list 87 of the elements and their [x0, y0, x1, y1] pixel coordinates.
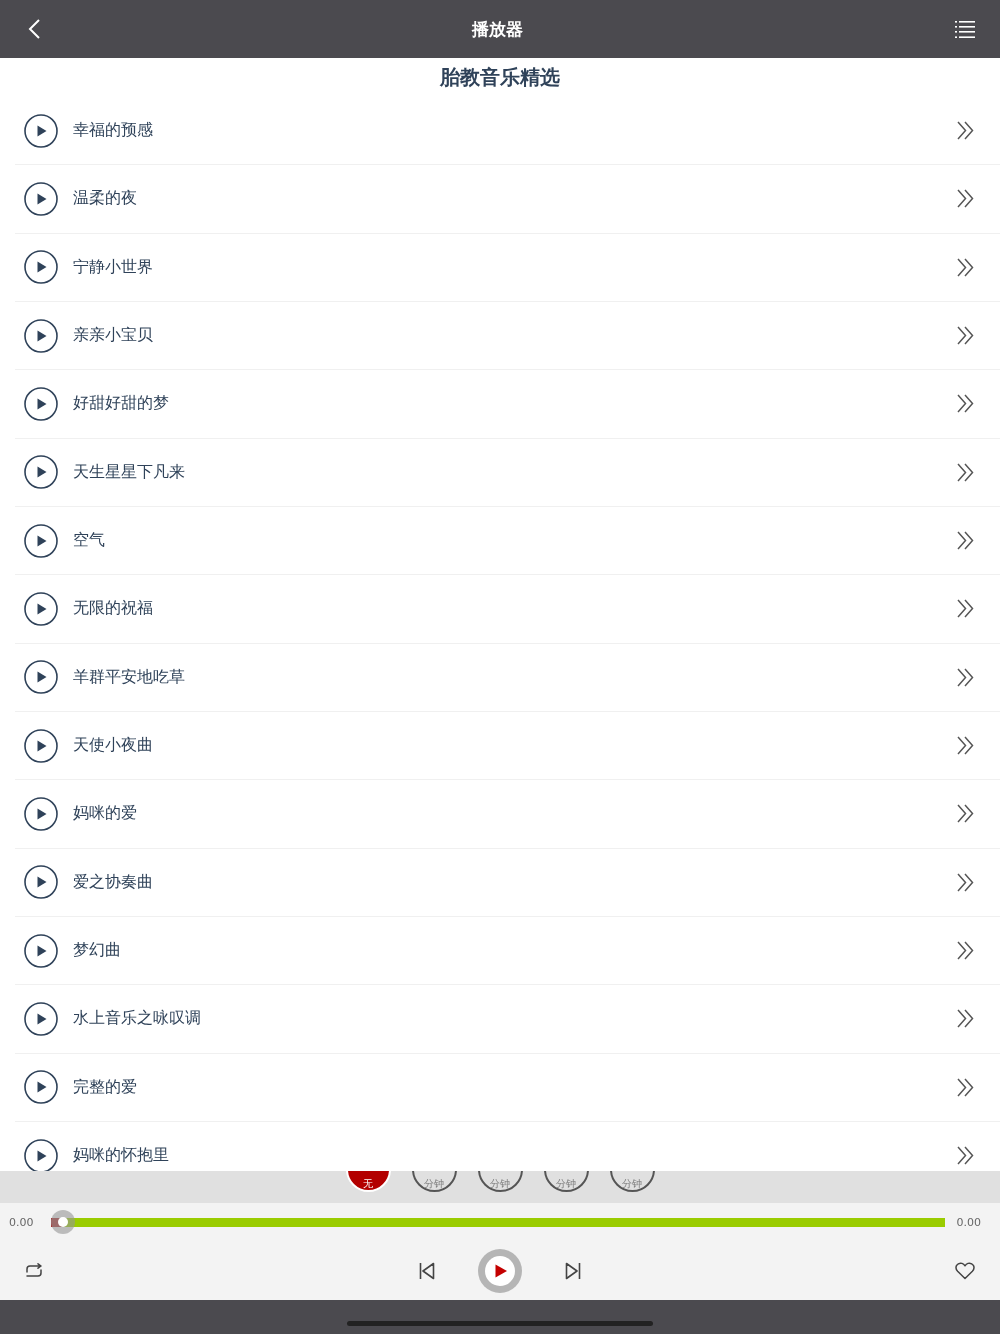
track-row[interactable]: 宁静小世界 [15, 233, 1000, 302]
timer-option[interactable]: 分钟 [477, 1171, 523, 1192]
total-time: 0.00 [956, 1215, 981, 1229]
double-chevron-icon [957, 394, 974, 414]
timer-option[interactable]: 无 [345, 1171, 391, 1192]
play-icon [24, 523, 58, 558]
track-row[interactable]: 梦幻曲 [15, 916, 1000, 986]
play-icon [24, 796, 58, 831]
track-title: 好甜好甜的梦 [73, 393, 169, 415]
play-icon [24, 386, 58, 421]
track-title: 天生星星下凡来 [73, 461, 185, 483]
double-chevron-icon [957, 121, 974, 141]
elapsed-time: 0.00 [9, 1215, 35, 1229]
track-title: 天使小夜曲 [73, 735, 153, 757]
track-title: 亲亲小宝贝 [73, 325, 153, 347]
playlist-title: 胎教音乐精选 [440, 64, 560, 91]
track-row[interactable]: 羊群平安地吃草 [15, 643, 1000, 712]
track-title: 宁静小世界 [73, 256, 153, 278]
menu-button[interactable] [955, 20, 975, 38]
play-icon [24, 113, 58, 148]
play-icon [24, 455, 58, 490]
double-chevron-icon [957, 189, 974, 209]
double-chevron-icon [957, 1009, 974, 1029]
track-row[interactable]: 爱之协奏曲 [15, 848, 1000, 917]
play-icon [24, 865, 58, 900]
repeat-icon [24, 1262, 44, 1279]
back-button[interactable] [28, 19, 40, 39]
track-title: 温柔的夜 [73, 188, 137, 210]
play-icon [24, 1001, 58, 1036]
double-chevron-icon [957, 326, 974, 346]
track-title: 水上音乐之咏叹调 [73, 1008, 201, 1030]
progress-handle[interactable] [50, 1210, 75, 1234]
favorite-button[interactable] [955, 1261, 975, 1280]
track-row[interactable]: 妈咪的爱 [15, 780, 1000, 849]
track-title: 梦幻曲 [73, 940, 121, 962]
track-row[interactable]: 完整的爱 [15, 1053, 1000, 1122]
double-chevron-icon [957, 941, 974, 961]
track-title: 无限的祝福 [73, 598, 153, 620]
play-icon [484, 1255, 515, 1286]
play-icon [24, 933, 58, 968]
play-icon [24, 250, 58, 285]
double-chevron-icon [957, 872, 974, 892]
track-title: 妈咪的怀抱里 [73, 1145, 169, 1167]
back-icon [28, 19, 40, 39]
play-icon [24, 591, 58, 626]
timer-option[interactable]: 分钟 [543, 1171, 589, 1192]
double-chevron-icon [957, 257, 974, 277]
double-chevron-icon [957, 736, 974, 756]
timer-option[interactable]: 分钟 [609, 1171, 655, 1192]
timer-option[interactable]: 分钟 [411, 1171, 457, 1192]
track-row[interactable]: 温柔的夜 [15, 165, 1000, 234]
track-title: 完整的爱 [73, 1076, 137, 1098]
double-chevron-icon [957, 667, 974, 687]
track-row[interactable]: 天使小夜曲 [15, 711, 1000, 781]
double-chevron-icon [957, 599, 974, 619]
double-chevron-icon [957, 462, 974, 482]
repeat-button[interactable] [24, 1262, 44, 1279]
track-title: 羊群平安地吃草 [73, 666, 185, 688]
next-button[interactable] [564, 1261, 581, 1280]
heart-icon [955, 1261, 975, 1280]
double-chevron-icon [957, 1077, 974, 1097]
track-row[interactable]: 空气 [15, 506, 1000, 576]
play-icon [24, 660, 58, 695]
track-title: 幸福的预感 [73, 120, 153, 142]
play-icon [24, 318, 58, 353]
double-chevron-icon [957, 531, 974, 551]
menu-icon [955, 20, 975, 38]
track-title: 空气 [73, 530, 105, 552]
track-title: 妈咪的爱 [73, 803, 137, 825]
previous-button[interactable] [418, 1261, 435, 1280]
track-row[interactable]: 亲亲小宝贝 [15, 302, 1000, 371]
track-row[interactable]: 天生星星下凡来 [15, 438, 1000, 507]
track-row[interactable]: 好甜好甜的梦 [15, 370, 1000, 439]
track-title: 爱之协奏曲 [73, 871, 153, 893]
double-chevron-icon [957, 1146, 974, 1166]
screen-title: 播放器 [472, 17, 523, 41]
play-icon [24, 1138, 58, 1171]
track-row[interactable]: 水上音乐之咏叹调 [15, 985, 1000, 1054]
play-icon [24, 1070, 58, 1105]
double-chevron-icon [957, 804, 974, 824]
previous-icon [418, 1261, 435, 1280]
next-icon [564, 1261, 581, 1280]
play-icon [24, 182, 58, 216]
track-row[interactable]: 幸福的预感 [15, 97, 1000, 166]
progress-slider[interactable] [51, 1210, 945, 1234]
play-icon [24, 728, 58, 763]
track-row[interactable]: 无限的祝福 [15, 575, 1000, 644]
